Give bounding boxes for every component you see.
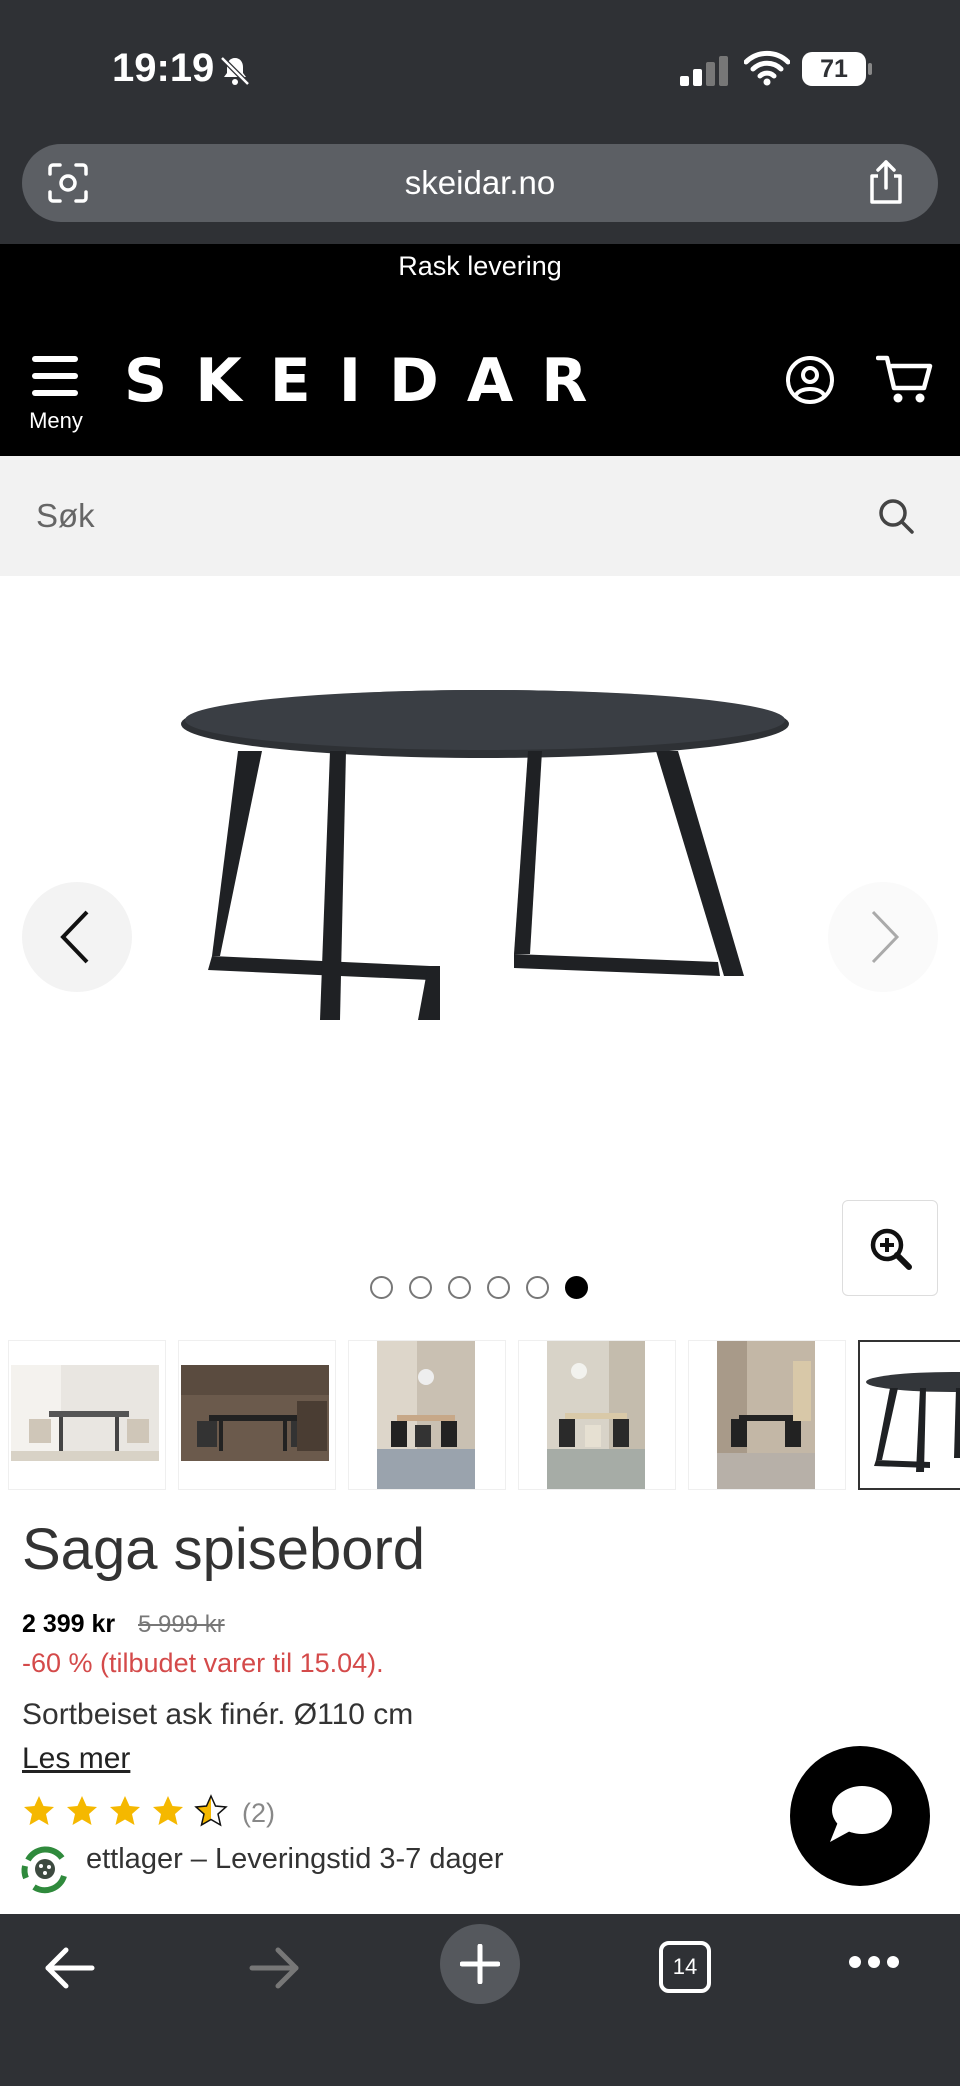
gallery-pagination — [370, 1276, 600, 1302]
price-current: 2 399 kr — [22, 1610, 116, 1638]
thumbnail[interactable] — [178, 1340, 336, 1490]
pagination-dot[interactable] — [448, 1276, 471, 1299]
status-time: 19:19 — [112, 46, 215, 90]
stock-status: ettlager – Leveringstid 3-7 dager — [86, 1843, 504, 1875]
plus-icon — [460, 1944, 500, 1984]
tabs-button[interactable]: 14 — [659, 1941, 711, 1993]
chat-icon — [830, 1786, 892, 1842]
rating-stars[interactable] — [22, 1794, 232, 1828]
next-image-button[interactable] — [828, 882, 938, 992]
rating-count[interactable]: (2) — [242, 1798, 275, 1829]
star-icon — [194, 1794, 228, 1827]
thumbnail[interactable] — [348, 1340, 506, 1490]
thumbnail-active[interactable] — [858, 1340, 960, 1490]
battery-level: 71 — [802, 52, 866, 86]
read-more-link[interactable]: Les mer — [22, 1742, 130, 1776]
battery-icon: 71 — [802, 52, 872, 86]
product-title: Saga spisebord — [22, 1517, 426, 1582]
previous-image-button[interactable] — [22, 882, 132, 992]
back-icon[interactable] — [42, 1946, 96, 1990]
star-icon — [67, 1796, 97, 1825]
pagination-dot[interactable] — [370, 1276, 393, 1299]
chevron-right-icon — [871, 910, 900, 964]
discount-text: -60 % (tilbudet varer til 15.04). — [22, 1648, 384, 1678]
cart-icon[interactable] — [876, 352, 934, 406]
bell-slash-icon — [220, 56, 250, 86]
pagination-dot[interactable] — [487, 1276, 510, 1299]
user-icon[interactable] — [784, 354, 836, 406]
signal-icon — [680, 56, 728, 86]
zoom-in-icon — [870, 1228, 912, 1270]
search-icon[interactable] — [876, 496, 916, 536]
more-icon[interactable] — [848, 1954, 900, 1970]
thumbnail-strip — [0, 1340, 960, 1490]
site-header: Meny SKEIDAR — [0, 316, 960, 456]
thumbnail[interactable] — [8, 1340, 166, 1490]
share-icon[interactable] — [864, 158, 908, 206]
price-original: 5 999 kr — [138, 1611, 225, 1638]
browser-toolbar: 14 — [0, 1914, 960, 2086]
forward-icon[interactable] — [248, 1946, 302, 1990]
url-text[interactable]: skeidar.no — [22, 144, 938, 222]
recycle-stock-icon — [16, 1840, 74, 1898]
star-icon — [153, 1796, 183, 1825]
site-logo[interactable]: SKEIDAR — [124, 346, 615, 416]
pagination-dot[interactable] — [409, 1276, 432, 1299]
product-image[interactable] — [170, 676, 800, 1196]
product-description: Sortbeiset ask finér. Ø110 cm — [22, 1698, 414, 1731]
menu-button[interactable]: Meny — [22, 350, 90, 440]
pagination-dot[interactable] — [565, 1276, 588, 1299]
search-bar — [0, 456, 960, 576]
zoom-button[interactable] — [842, 1200, 938, 1296]
promo-banner[interactable]: Rask levering — [0, 244, 960, 316]
address-bar[interactable]: skeidar.no — [22, 144, 938, 222]
browser-chrome: 19:19 71 skeidar.no — [0, 0, 960, 244]
pagination-dot[interactable] — [526, 1276, 549, 1299]
star-icon — [110, 1796, 140, 1825]
menu-icon — [32, 356, 78, 396]
chevron-left-icon — [60, 910, 89, 964]
search-input[interactable] — [36, 486, 836, 546]
chat-button[interactable] — [790, 1746, 930, 1886]
thumbnail[interactable] — [688, 1340, 846, 1490]
thumbnail[interactable] — [518, 1340, 676, 1490]
wifi-icon — [744, 50, 790, 86]
new-tab-button[interactable] — [440, 1924, 520, 2004]
star-icon — [24, 1796, 54, 1825]
product-gallery — [0, 576, 960, 1316]
menu-label: Meny — [29, 408, 83, 433]
